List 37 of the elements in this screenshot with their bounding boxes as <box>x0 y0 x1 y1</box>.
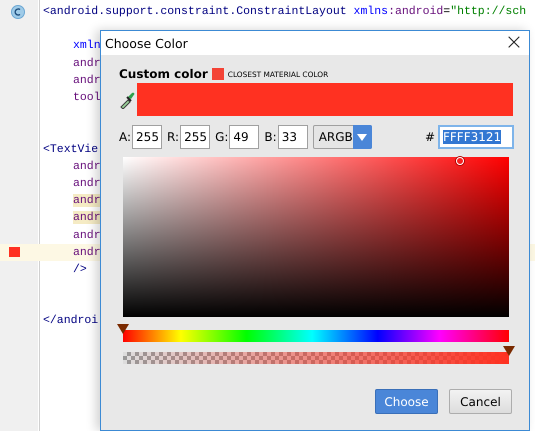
material-color-swatch[interactable] <box>212 68 224 80</box>
code-line: andr <box>73 228 101 242</box>
choose-button[interactable]: Choose <box>375 389 438 414</box>
hex-field[interactable]: FFFF3121 <box>438 125 514 149</box>
format-dropdown[interactable]: ARGB <box>312 125 372 149</box>
caret-icon <box>357 134 368 140</box>
channel-label: G: <box>215 130 228 144</box>
picker-handle[interactable] <box>456 157 464 165</box>
hex-label: # <box>424 130 435 144</box>
code-line: andr <box>73 246 101 259</box>
code-line: </androi <box>43 314 98 328</box>
saturation-brightness-picker[interactable] <box>123 157 509 317</box>
slider-thumb[interactable] <box>117 324 129 334</box>
channel-label: B: <box>264 130 277 144</box>
code-line: <TextVie <box>43 142 98 156</box>
code-line: andr <box>73 176 101 190</box>
channel-field[interactable]: 49 <box>229 125 260 149</box>
slider-thumb[interactable] <box>503 346 515 356</box>
channel-label: R: <box>167 130 180 144</box>
channel-field[interactable]: 255 <box>132 125 162 149</box>
eyedropper-icon[interactable] <box>119 90 135 108</box>
code-line: tool <box>73 91 101 104</box>
cancel-button[interactable]: Cancel <box>449 389 512 414</box>
custom-color-label: Custom color <box>119 67 208 81</box>
class-icon <box>10 4 24 19</box>
code-line: andr <box>73 160 101 173</box>
code-line: xmln <box>73 39 101 52</box>
code-line: <android.support.constraint.ConstraintLayout xmlns:android="http://sch <box>43 5 526 18</box>
channel-label: A: <box>119 130 132 144</box>
channel-field[interactable]: 33 <box>278 125 308 149</box>
code-line: andr <box>73 74 101 87</box>
color-swatch-icon[interactable] <box>9 247 20 258</box>
close-button[interactable]: × <box>499 33 529 53</box>
channel-field[interactable]: 255 <box>180 125 210 149</box>
code-line: andr <box>73 56 101 70</box>
code-line: /> <box>73 262 87 276</box>
dialog-title: Choose Color <box>105 36 188 50</box>
